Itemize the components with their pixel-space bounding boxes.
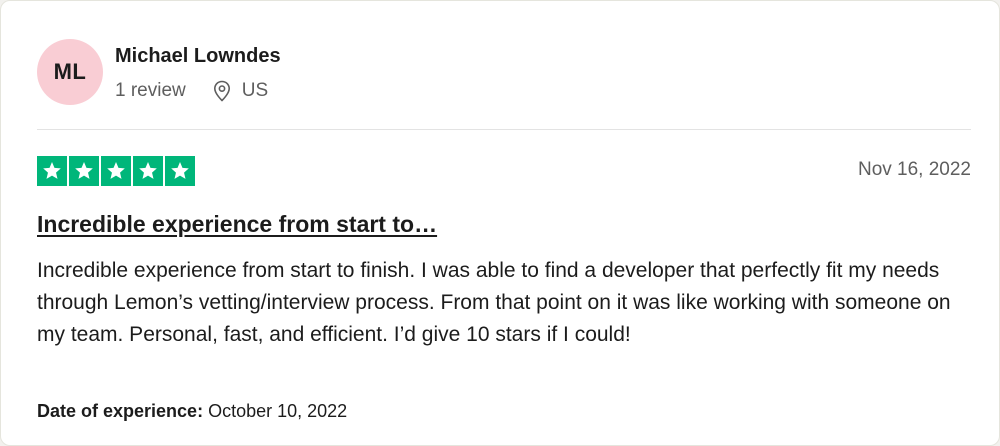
reviewer-meta: 1 review US <box>115 79 268 103</box>
star-icon <box>133 156 163 186</box>
date-of-experience: Date of experience: October 10, 2022 <box>37 401 347 422</box>
star-icon <box>69 156 99 186</box>
map-pin-icon <box>212 79 232 103</box>
star-icon <box>101 156 131 186</box>
review-body: Incredible experience from start to fini… <box>37 259 951 346</box>
date-of-experience-value: October 10, 2022 <box>208 401 348 421</box>
star-rating <box>37 156 197 186</box>
date-of-experience-label: Date of experience: <box>37 401 204 421</box>
review-title-link[interactable]: Incredible experience from start to… <box>37 211 437 238</box>
star-icon <box>165 156 195 186</box>
reviewer-name[interactable]: Michael Lowndes <box>115 45 281 68</box>
review-card: ML Michael Lowndes 1 review US Nov 16, 2… <box>0 0 1000 446</box>
review-count: 1 review <box>115 80 186 101</box>
reviewer-location: US <box>241 80 269 101</box>
avatar[interactable]: ML <box>37 39 103 105</box>
review-date: Nov 16, 2022 <box>857 159 971 180</box>
divider <box>37 129 971 130</box>
star-icon <box>37 156 67 186</box>
